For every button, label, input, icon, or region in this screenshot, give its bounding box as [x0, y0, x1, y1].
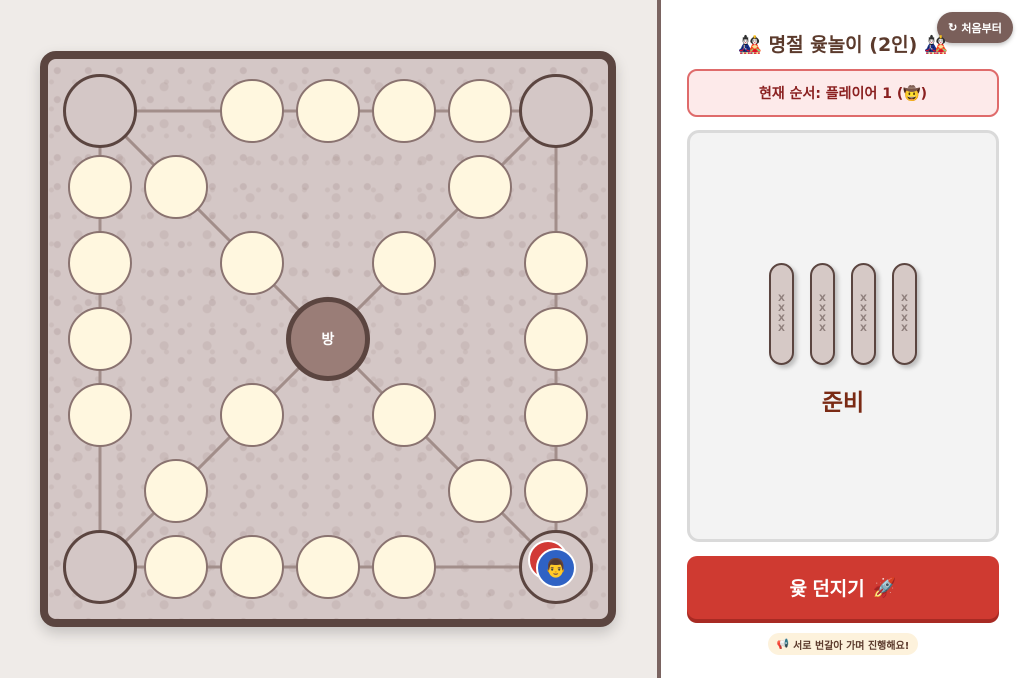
board-area: 방 👨 [0, 0, 657, 678]
yut-result-panel: X X X X X X X X X X X X X X X X 준비 [687, 130, 999, 542]
turn-indicator: 현재 순서: 플레이어 1 (🤠) [687, 69, 999, 117]
stick-mark: X [819, 294, 826, 304]
board-node[interactable] [220, 535, 284, 599]
board-node[interactable] [524, 307, 588, 371]
stick-mark: X [901, 324, 908, 334]
board-node[interactable] [144, 459, 208, 523]
yut-stick: X X X X [851, 263, 876, 365]
stick-mark: X [819, 304, 826, 314]
board-node[interactable] [296, 79, 360, 143]
yut-board: 방 👨 [40, 51, 616, 627]
throw-yut-button[interactable]: 윷 던지기 🚀 [687, 556, 999, 619]
rocket-icon: 🚀 [872, 577, 897, 599]
board-node[interactable] [144, 535, 208, 599]
yut-stick: X X X X [892, 263, 917, 365]
board-node[interactable] [296, 535, 360, 599]
corner-node-bottom-left[interactable] [63, 530, 137, 604]
board-node[interactable] [524, 459, 588, 523]
board-node[interactable] [220, 79, 284, 143]
player-2-face-icon: 👨 [544, 557, 568, 579]
hint-badge: 📢 서로 번갈아 가며 진행해요! [768, 633, 918, 655]
board-node[interactable] [144, 155, 208, 219]
board-node[interactable] [68, 307, 132, 371]
stick-mark: X [778, 324, 785, 334]
yut-stick: X X X X [769, 263, 794, 365]
stick-mark: X [901, 304, 908, 314]
board-node[interactable] [524, 231, 588, 295]
yut-sticks: X X X X X X X X X X X X X X X X [690, 263, 996, 365]
megaphone-icon: 📢 [776, 638, 790, 650]
stick-mark: X [860, 314, 867, 324]
title-text: 명절 윷놀이 (2인) [768, 34, 918, 56]
corner-node-top-left[interactable] [63, 74, 137, 148]
board-node[interactable] [220, 383, 284, 447]
stick-mark: X [860, 324, 867, 334]
board-node[interactable] [448, 155, 512, 219]
board-node[interactable] [448, 459, 512, 523]
board-node[interactable] [524, 383, 588, 447]
game-title: 🎎 명절 윷놀이 (2인) 🎎 [686, 30, 1000, 57]
title-right-icon: 🎎 [923, 34, 948, 56]
stick-mark: X [901, 314, 908, 324]
stick-mark: X [778, 304, 785, 314]
board-node[interactable] [68, 231, 132, 295]
turn-label: 현재 순서: 플레이어 1 (🤠) [758, 86, 928, 102]
stick-mark: X [860, 294, 867, 304]
yut-stick: X X X X [810, 263, 835, 365]
stick-mark: X [778, 314, 785, 324]
stick-mark: X [860, 304, 867, 314]
board-node[interactable] [372, 231, 436, 295]
hint-text: 서로 번갈아 가며 진행해요! [793, 640, 910, 652]
board-node[interactable] [68, 155, 132, 219]
stick-mark: X [778, 294, 785, 304]
board-node[interactable] [68, 383, 132, 447]
stick-mark: X [819, 314, 826, 324]
board-node[interactable] [372, 79, 436, 143]
corner-node-top-right[interactable] [519, 74, 593, 148]
throw-label: 윷 던지기 [789, 579, 865, 600]
center-node[interactable]: 방 [286, 297, 370, 381]
stick-mark: X [901, 294, 908, 304]
board-node[interactable] [372, 535, 436, 599]
board-node[interactable] [448, 79, 512, 143]
throw-result: 준비 [821, 390, 865, 416]
board-node[interactable] [220, 231, 284, 295]
title-left-icon: 🎎 [738, 34, 763, 56]
stick-mark: X [819, 324, 826, 334]
center-label: 방 [321, 332, 335, 348]
board-node[interactable] [372, 383, 436, 447]
player-2-piece[interactable]: 👨 [536, 548, 576, 588]
